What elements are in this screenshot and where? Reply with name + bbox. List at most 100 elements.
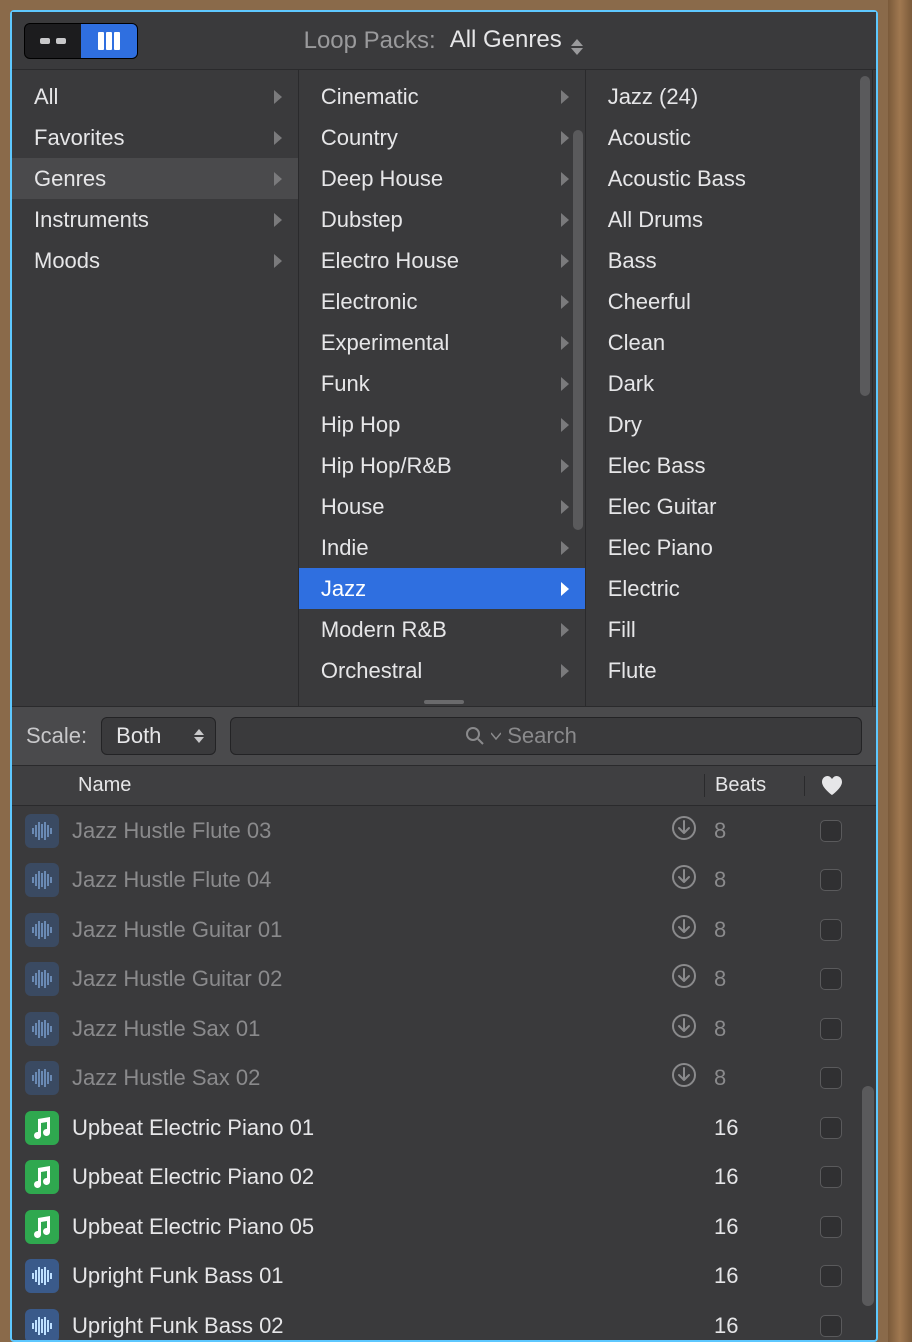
subgenre-item[interactable]: Acoustic <box>586 117 872 158</box>
category-item[interactable]: Genres <box>12 158 298 199</box>
genre-item[interactable]: Dubstep <box>299 199 585 240</box>
download-icon[interactable] <box>671 1013 697 1045</box>
subgenre-item[interactable]: Elec Piano <box>586 527 872 568</box>
results-scrollbar[interactable] <box>862 1086 874 1306</box>
download-icon[interactable] <box>671 864 697 896</box>
column-header-beats[interactable]: Beats <box>704 774 804 797</box>
subgenre-item[interactable]: Dry <box>586 404 872 445</box>
chevron-right-icon <box>559 581 571 597</box>
column-scrollbar[interactable] <box>860 76 870 396</box>
favorite-checkbox[interactable] <box>820 869 842 891</box>
favorite-checkbox[interactable] <box>820 1018 842 1040</box>
favorite-checkbox[interactable] <box>820 820 842 842</box>
subgenre-item[interactable]: Cheerful <box>586 281 872 322</box>
results-header: Name Beats <box>12 766 876 806</box>
chevron-right-icon <box>559 540 571 556</box>
loop-name: Upbeat Electric Piano 01 <box>72 1115 664 1141</box>
result-row[interactable]: Jazz Hustle Sax 01 8 <box>12 1004 876 1054</box>
search-field[interactable] <box>230 717 862 755</box>
category-label: Instruments <box>34 207 149 233</box>
subgenre-item[interactable]: Fill <box>586 609 872 650</box>
genre-item[interactable]: House <box>299 486 585 527</box>
result-row[interactable]: Jazz Hustle Sax 02 8 <box>12 1054 876 1104</box>
results-list: Jazz Hustle Flute 03 8 Jazz Hustle Flute… <box>12 806 876 1340</box>
result-row[interactable]: Jazz Hustle Guitar 01 8 <box>12 905 876 955</box>
chevron-right-icon <box>272 89 284 105</box>
column-scrollbar[interactable] <box>573 130 583 530</box>
subgenre-item[interactable]: Elec Guitar <box>586 486 872 527</box>
categories-column: AllFavoritesGenres Instruments Moods <box>12 70 299 706</box>
favorite-checkbox[interactable] <box>820 1315 842 1337</box>
genre-item[interactable]: Electro House <box>299 240 585 281</box>
favorite-checkbox[interactable] <box>820 968 842 990</box>
column-view-button[interactable] <box>81 24 137 58</box>
chevron-right-icon <box>272 130 284 146</box>
genre-item[interactable]: Electronic <box>299 281 585 322</box>
result-row[interactable]: Upright Funk Bass 02 16 <box>12 1301 876 1340</box>
column-header-favorite[interactable] <box>804 776 858 796</box>
download-icon[interactable] <box>671 815 697 847</box>
result-row[interactable]: Jazz Hustle Guitar 02 8 <box>12 955 876 1005</box>
genre-item[interactable]: Jazz <box>299 568 585 609</box>
loop-type-icon <box>25 962 59 996</box>
search-input[interactable] <box>507 723 627 749</box>
genre-item[interactable]: Orchestral <box>299 650 585 691</box>
chevron-right-icon <box>559 130 571 146</box>
subgenre-item[interactable]: Jazz (24) <box>586 76 872 117</box>
subgenre-item[interactable]: Dark <box>586 363 872 404</box>
genre-item[interactable]: Hip Hop <box>299 404 585 445</box>
subgenre-item[interactable]: Bass <box>586 240 872 281</box>
genre-item[interactable]: Experimental <box>299 322 585 363</box>
favorite-checkbox[interactable] <box>820 1166 842 1188</box>
loop-name: Jazz Hustle Guitar 01 <box>72 917 664 943</box>
category-item[interactable]: Moods <box>12 240 298 281</box>
result-row[interactable]: Upbeat Electric Piano 05 16 <box>12 1202 876 1252</box>
genre-item[interactable]: Cinematic <box>299 76 585 117</box>
favorite-checkbox[interactable] <box>820 919 842 941</box>
subgenre-item[interactable]: Electric <box>586 568 872 609</box>
favorite-checkbox[interactable] <box>820 1117 842 1139</box>
button-view-button[interactable] <box>25 24 81 58</box>
download-icon[interactable] <box>671 963 697 995</box>
subgenre-item[interactable]: Elec Bass <box>586 445 872 486</box>
loop-packs-value: All Genres <box>450 26 562 53</box>
updown-icon <box>193 729 205 743</box>
result-row[interactable]: Jazz Hustle Flute 04 8 <box>12 856 876 906</box>
loop-beats: 16 <box>704 1164 804 1190</box>
category-item[interactable]: Favorites <box>12 117 298 158</box>
favorite-checkbox[interactable] <box>820 1265 842 1287</box>
scale-dropdown[interactable]: Both <box>101 717 216 755</box>
subgenre-label: Cheerful <box>608 289 691 315</box>
subgenre-item[interactable]: Clean <box>586 322 872 363</box>
subgenre-label: Dry <box>608 412 642 438</box>
category-item[interactable]: Instruments <box>12 199 298 240</box>
genre-item[interactable]: Country <box>299 117 585 158</box>
result-row[interactable]: Upbeat Electric Piano 01 16 <box>12 1103 876 1153</box>
genre-item[interactable]: Hip Hop/R&B <box>299 445 585 486</box>
genre-item[interactable]: Indie <box>299 527 585 568</box>
favorite-checkbox[interactable] <box>820 1067 842 1089</box>
subgenre-item[interactable]: All Drums <box>586 199 872 240</box>
loop-beats: 8 <box>704 818 804 844</box>
download-icon[interactable] <box>671 1062 697 1094</box>
loop-type-icon <box>25 1210 59 1244</box>
chevron-down-icon <box>491 732 501 740</box>
column-header-name[interactable]: Name <box>72 774 704 797</box>
genre-label: Jazz <box>321 576 366 602</box>
download-icon[interactable] <box>671 914 697 946</box>
resize-grabber[interactable] <box>424 700 464 704</box>
genre-item[interactable]: Modern R&B <box>299 609 585 650</box>
search-icon <box>465 726 485 746</box>
subgenre-item[interactable]: Flute <box>586 650 872 691</box>
genre-item[interactable]: Funk <box>299 363 585 404</box>
result-row[interactable]: Upright Funk Bass 01 16 <box>12 1252 876 1302</box>
chevron-right-icon <box>559 663 571 679</box>
loop-packs-dropdown[interactable]: All Genres <box>450 26 585 55</box>
loop-name: Jazz Hustle Sax 01 <box>72 1016 664 1042</box>
result-row[interactable]: Upbeat Electric Piano 02 16 <box>12 1153 876 1203</box>
genre-item[interactable]: Deep House <box>299 158 585 199</box>
result-row[interactable]: Jazz Hustle Flute 03 8 <box>12 806 876 856</box>
subgenre-item[interactable]: Acoustic Bass <box>586 158 872 199</box>
category-item[interactable]: All <box>12 76 298 117</box>
favorite-checkbox[interactable] <box>820 1216 842 1238</box>
